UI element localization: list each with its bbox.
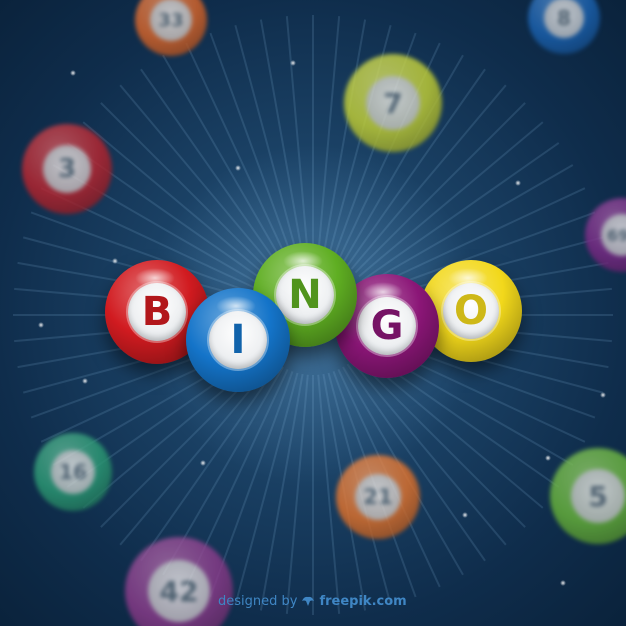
title-letter-n: N: [288, 272, 322, 318]
ball-number: 33: [158, 9, 184, 31]
freepik-logo-icon: [302, 596, 315, 606]
bingo-illustration: 33 8 7 3 69 16 21 5 42 O G B N I designe…: [0, 0, 626, 626]
sparkle: [462, 512, 468, 518]
ball-number: 16: [59, 460, 87, 484]
title-letter-b: B: [141, 289, 173, 335]
sparkle: [545, 455, 551, 461]
sparkle: [82, 378, 88, 384]
ball-number: 3: [57, 154, 77, 184]
ball-number: 7: [383, 86, 403, 120]
ball-number: 8: [557, 6, 571, 30]
title-ball-i: I: [186, 288, 290, 392]
sparkle: [515, 180, 521, 186]
title-letter-i: I: [230, 317, 246, 363]
background-ball-16: 16: [34, 433, 112, 511]
ball-number: 21: [363, 485, 393, 509]
designer-credit: designed by freepik.com: [218, 591, 418, 611]
credit-brand: freepik.com: [319, 593, 407, 609]
ball-number: 5: [588, 479, 608, 513]
sparkle: [560, 580, 566, 586]
sparkle: [200, 460, 206, 466]
title-letter-o: O: [453, 288, 488, 334]
title-letter-g: G: [370, 303, 404, 349]
sparkle: [38, 322, 44, 328]
credit-prefix: designed by: [218, 593, 298, 609]
ball-number: 42: [159, 574, 199, 608]
sparkle: [70, 70, 76, 76]
sparkle: [112, 258, 118, 264]
background-ball-21: 21: [336, 455, 420, 539]
sparkle: [600, 392, 606, 398]
sparkle: [290, 60, 296, 66]
sparkle: [235, 165, 241, 171]
background-ball-7: 7: [344, 54, 442, 152]
background-ball-3: 3: [22, 124, 112, 214]
ball-number: 69: [607, 225, 626, 245]
